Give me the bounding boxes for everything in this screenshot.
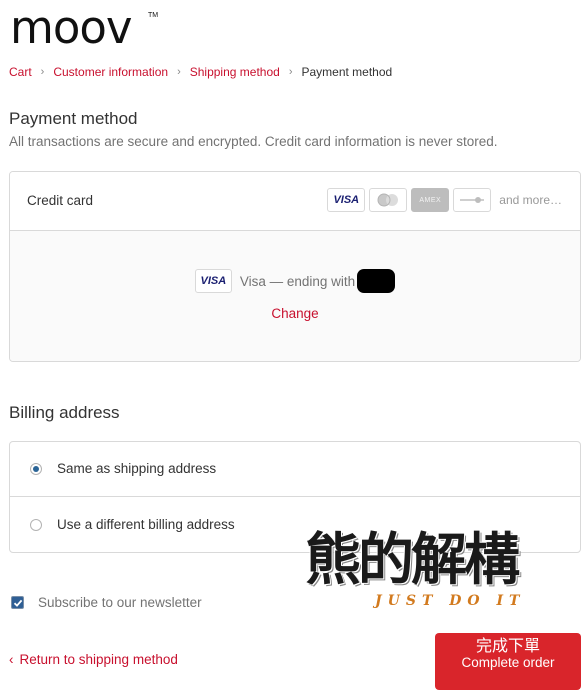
- saved-card-text: Visa — ending with: [239, 273, 356, 289]
- logo-trademark: TM: [148, 12, 159, 19]
- chevron-left-icon: ‹: [9, 652, 14, 667]
- chevron-right-icon: ›: [177, 66, 181, 78]
- newsletter-label[interactable]: Subscribe to our newsletter: [38, 595, 202, 610]
- complete-order-label-cn: 完成下單: [475, 636, 540, 655]
- breadcrumb-shipping-method[interactable]: Shipping method: [190, 64, 280, 80]
- breadcrumb-cart[interactable]: Cart: [9, 64, 32, 80]
- credit-card-header[interactable]: Credit card VISA AMEX and more…: [10, 172, 580, 231]
- billing-option-different-label[interactable]: Use a different billing address: [57, 517, 235, 532]
- payment-method-box: Credit card VISA AMEX and more… VISA Vis…: [9, 171, 581, 362]
- radio-same-as-shipping[interactable]: [30, 463, 42, 475]
- mastercard-icon: [369, 188, 408, 212]
- chevron-right-icon: ›: [40, 66, 45, 78]
- breadcrumb: Cart › Customer information › Shipping metho…: [9, 64, 392, 80]
- change-card-link[interactable]: Change: [10, 306, 580, 321]
- newsletter-checkbox[interactable]: [11, 596, 24, 609]
- accepted-cards: VISA AMEX and more…: [323, 188, 562, 212]
- billing-option-same[interactable]: Same as shipping address: [10, 442, 580, 497]
- amex-icon: AMEX: [411, 188, 450, 212]
- billing-option-same-label[interactable]: Same as shipping address: [57, 461, 216, 476]
- logo-wordmark: moov: [10, 1, 133, 54]
- complete-order-label: Complete order: [461, 655, 555, 670]
- billing-address-title: Billing address: [9, 403, 120, 422]
- return-to-shipping-link[interactable]: ‹ Return to shipping method: [9, 652, 178, 667]
- breadcrumb-customer-information[interactable]: Customer information: [53, 64, 168, 80]
- radio-different-billing[interactable]: [30, 519, 42, 531]
- saved-card-panel: VISA Visa — ending with Change: [10, 231, 580, 361]
- payment-method-title: Payment method: [9, 109, 138, 128]
- complete-order-button[interactable]: 完成下單 Complete order: [435, 633, 581, 690]
- checkmark-icon: [13, 599, 23, 607]
- visa-icon: VISA: [327, 188, 366, 212]
- change-card-label[interactable]: Change: [271, 306, 318, 321]
- visa-icon: VISA: [194, 269, 232, 293]
- watermark-logo: 熊的解構 JUST DO IT: [305, 527, 561, 619]
- return-to-shipping-label[interactable]: Return to shipping method: [20, 652, 178, 667]
- chevron-right-icon: ›: [288, 66, 293, 78]
- credit-card-label: Credit card: [27, 193, 94, 208]
- payment-method-subtitle: All transactions are secure and encrypte…: [9, 134, 498, 149]
- breadcrumb-payment-method: Payment method: [301, 65, 393, 79]
- generic-card-icon: [453, 188, 492, 212]
- and-more-text: and more…: [499, 193, 562, 207]
- redacted-card-digits: [357, 269, 396, 293]
- watermark-english-text: JUST DO IT: [375, 593, 526, 609]
- watermark-chinese-text: 熊的解構: [305, 527, 520, 593]
